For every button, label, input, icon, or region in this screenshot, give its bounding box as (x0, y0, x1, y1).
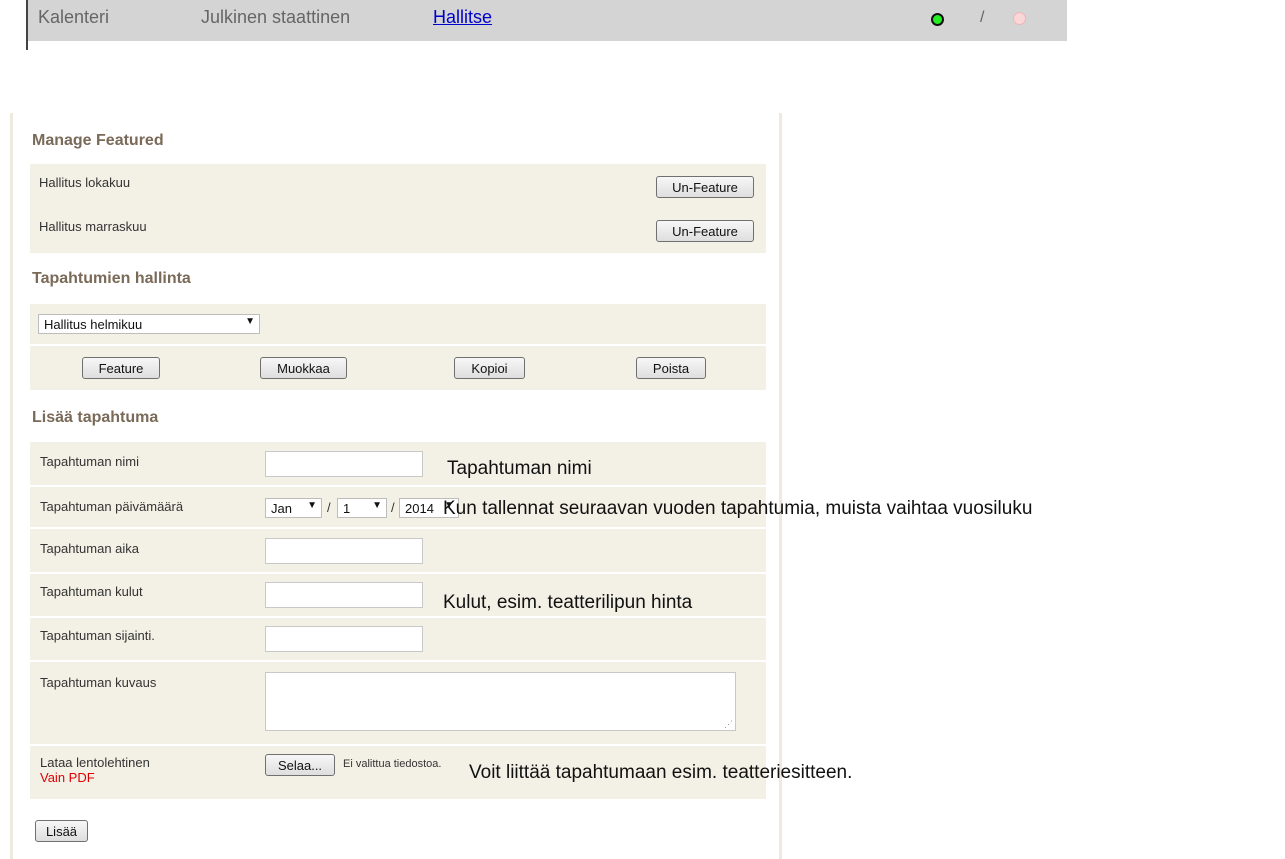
event-time-input[interactable] (265, 538, 423, 564)
topbar-divider (26, 41, 28, 50)
featured-item-label: Hallitus marraskuu (39, 219, 147, 234)
flyer-annotation: Voit liittää tapahtumaan esim. teatterie… (469, 762, 853, 783)
chevron-down-icon: ▼ (307, 500, 317, 511)
event-name-label: Tapahtuman nimi (40, 454, 139, 469)
row-divider (30, 344, 766, 346)
no-file-text: Ei valittua tiedostoa. (343, 758, 442, 770)
event-cost-label: Tapahtuman kulut (40, 584, 143, 599)
event-location-input[interactable] (265, 626, 423, 652)
name-annotation: Tapahtuman nimi (447, 458, 592, 479)
row-divider (30, 660, 766, 662)
featured-item-label: Hallitus lokakuu (39, 175, 131, 190)
feature-button[interactable]: Feature (82, 357, 160, 379)
date-separator: / (327, 500, 331, 515)
resize-handle-icon[interactable]: ⋰ (724, 719, 733, 730)
admin-panel: Manage Featured Hallitus lokakuu Un-Feat… (10, 113, 782, 859)
row-divider (30, 616, 766, 618)
manage-events-heading: Tapahtumien hallinta (32, 270, 191, 287)
featured-box: Hallitus lokakuu Un-Feature Hallitus mar… (30, 164, 766, 253)
add-event-heading: Lisää tapahtuma (32, 409, 159, 426)
event-name-input[interactable] (265, 451, 423, 477)
status-separator: / (980, 9, 985, 26)
event-description-textarea[interactable]: ⋰ (265, 672, 736, 731)
status-offline-icon (1013, 12, 1026, 25)
manage-featured-heading: Manage Featured (32, 132, 164, 149)
row-divider (30, 744, 766, 746)
event-select-value: Hallitus helmikuu (44, 317, 143, 332)
cost-annotation: Kulut, esim. teatterilipun hinta (443, 592, 693, 613)
day-select[interactable]: 1 ▼ (337, 498, 387, 518)
copy-button[interactable]: Kopioi (454, 357, 525, 379)
nav-julkinen-staattinen[interactable]: Julkinen staattinen (201, 7, 350, 28)
nav-hallitse-link[interactable]: Hallitse (433, 7, 492, 28)
chevron-down-icon: ▼ (245, 316, 255, 327)
date-annotation: Kun tallennat seuraavan vuoden tapahtumi… (443, 498, 1033, 519)
edit-button[interactable]: Muokkaa (260, 357, 347, 379)
row-divider (30, 527, 766, 529)
manage-events-box: Hallitus helmikuu ▼ Feature Muokkaa Kopi… (30, 304, 766, 390)
flyer-label: Lataa lentolehtinen (40, 755, 150, 770)
date-separator: / (391, 500, 395, 515)
add-event-submit-button[interactable]: Lisää (35, 820, 88, 842)
event-description-label: Tapahtuman kuvaus (40, 675, 157, 690)
status-online-icon (931, 13, 944, 26)
event-select[interactable]: Hallitus helmikuu ▼ (38, 314, 260, 334)
row-divider (30, 572, 766, 574)
event-time-label: Tapahtuman aika (40, 541, 140, 556)
event-location-label: Tapahtuman sijainti. (40, 628, 155, 643)
month-value: Jan (271, 501, 292, 516)
event-date-label: Tapahtuman päivämäärä (40, 499, 184, 514)
add-event-form: Tapahtuman nimi Tapahtuman päivämäärä Ja… (30, 442, 766, 799)
pdf-only-note: Vain PDF (40, 770, 95, 785)
nav-kalenteri[interactable]: Kalenteri (38, 7, 109, 28)
row-divider (30, 485, 766, 487)
year-value: 2014 (405, 501, 434, 516)
unfeature-button[interactable]: Un-Feature (656, 176, 754, 198)
day-value: 1 (343, 501, 351, 516)
month-select[interactable]: Jan ▼ (265, 498, 322, 518)
unfeature-button[interactable]: Un-Feature (656, 220, 754, 242)
event-cost-input[interactable] (265, 582, 423, 608)
top-nav-bar: Kalenteri Julkinen staattinen Hallitse / (26, 0, 1067, 41)
chevron-down-icon: ▼ (372, 500, 382, 511)
browse-button[interactable]: Selaa... (265, 754, 335, 776)
delete-button[interactable]: Poista (636, 357, 706, 379)
